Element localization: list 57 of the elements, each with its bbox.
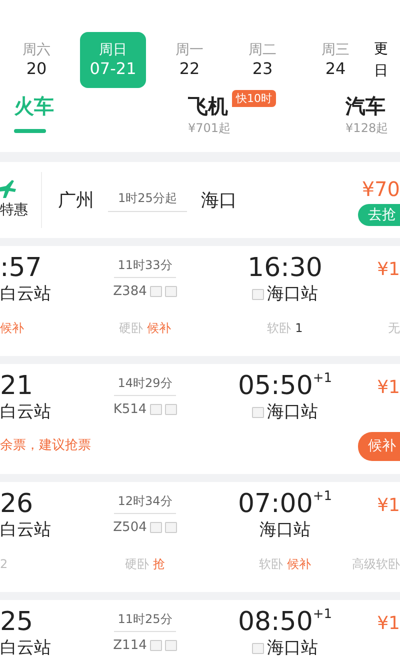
- train-number: Z384: [113, 283, 147, 301]
- train-number: Z504: [113, 519, 147, 537]
- departure-time: :57: [0, 254, 43, 283]
- ticket-price: ¥1: [376, 376, 400, 400]
- flight-price: ¥70: [362, 176, 400, 203]
- berth-icon: [164, 404, 177, 416]
- berth-icon: [164, 640, 177, 652]
- arrival-station: 海口站: [267, 636, 318, 660]
- departure-station: 白云站: [0, 636, 52, 660]
- seat-availability: 软卧 1: [267, 320, 303, 337]
- departure-station: 白云站: [0, 518, 52, 542]
- ticket-notice: 余票，建议抢票: [0, 437, 92, 456]
- travel-duration: 11时33分: [114, 256, 176, 278]
- train-number: Z114: [113, 637, 147, 655]
- berth-icon: [164, 522, 177, 534]
- departure-time: 21: [0, 372, 34, 401]
- origin-city: 广州: [58, 188, 94, 212]
- seat-availability: 硬卧 抢: [125, 556, 165, 573]
- travel-duration: 11时25分: [114, 610, 176, 632]
- ticket-price: ¥1: [376, 612, 400, 636]
- departure-station: 白云站: [0, 282, 52, 306]
- departure-time: 25: [0, 608, 34, 637]
- travel-duration: 14时29分: [114, 374, 176, 396]
- destination-city: 海口: [200, 188, 237, 212]
- seat-icon: [150, 286, 162, 298]
- arrival-station: 海口站: [260, 518, 310, 542]
- arrival-station: 海口站: [267, 282, 318, 306]
- seat-availability: 高级软卧: [352, 556, 400, 573]
- seat-availability: 软卧 候补: [259, 556, 311, 573]
- transport-tab[interactable]: 汽车 ¥128起: [346, 94, 388, 152]
- deal-label: 特惠: [0, 200, 29, 220]
- more-dates-button[interactable]: 更 日: [374, 38, 388, 82]
- departure-time: 26: [0, 490, 34, 519]
- departure-station: 白云站: [0, 400, 52, 424]
- seat-availability: 候补: [0, 320, 25, 337]
- seat-icon: [150, 404, 162, 416]
- date-tab[interactable]: 周三 24: [299, 32, 372, 88]
- date-tab[interactable]: 周六 20: [0, 32, 73, 88]
- ticket-price: ¥1: [376, 258, 400, 282]
- plane-icon: [0, 180, 16, 200]
- berth-icon: [164, 286, 177, 298]
- seat-availability: 无: [388, 320, 400, 337]
- flight-duration: 1时25分起: [108, 188, 187, 212]
- ticket-price: ¥1: [376, 494, 400, 518]
- train-card[interactable]: :57 白云站 11时33分 Z384 16:30 海口站 ¥1 候补 硬卧 候补 软卧 1 无: [0, 246, 400, 356]
- date-tab[interactable]: 周二 23: [226, 32, 299, 88]
- travel-duration: 12时34分: [114, 492, 176, 514]
- seat-availability: 2: [0, 556, 9, 573]
- tab-underline: [14, 129, 46, 133]
- arrival-time: 16:30: [248, 254, 322, 283]
- train-number: K514: [113, 401, 147, 419]
- date-tab[interactable]: 周一 22: [153, 32, 226, 88]
- seat-icon: [150, 640, 162, 652]
- faster-badge: 快10时: [232, 90, 276, 107]
- arrival-station: 海口站: [267, 400, 318, 424]
- seat-icon: [150, 522, 162, 534]
- seat-availability: 硬卧 候补: [119, 320, 171, 337]
